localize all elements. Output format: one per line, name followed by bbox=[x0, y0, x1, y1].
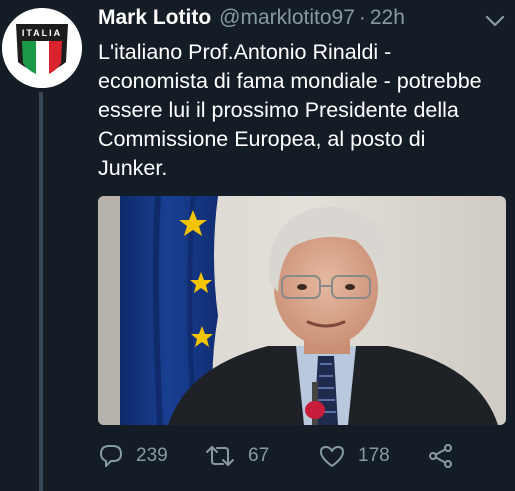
author-display-name[interactable]: Mark Lotito bbox=[98, 6, 211, 30]
tweet-timestamp[interactable]: 22h bbox=[370, 6, 405, 30]
reply-icon bbox=[100, 445, 122, 467]
tweet-actions: 239 67 178 bbox=[98, 436, 515, 476]
avatar[interactable]: ITALIA bbox=[2, 8, 82, 88]
separator-dot: · bbox=[358, 6, 366, 29]
chevron-down-icon bbox=[485, 15, 505, 27]
tweet-header: Mark Lotito @marklotito97 · 22h bbox=[98, 6, 405, 36]
tweet[interactable]: ITALIA Mark Lotito @marklotito97 · 22h L… bbox=[0, 0, 515, 491]
italia-shield-icon: ITALIA bbox=[2, 8, 82, 88]
avatar-label: ITALIA bbox=[22, 28, 62, 38]
retweet-icon bbox=[206, 446, 234, 466]
tweet-media-photo[interactable] bbox=[98, 196, 506, 425]
author-handle[interactable]: @marklotito97 bbox=[219, 6, 355, 30]
like-button[interactable]: 178 bbox=[318, 436, 390, 476]
like-icon bbox=[320, 446, 344, 467]
photo-man-with-eu-flag bbox=[98, 196, 506, 425]
like-count: 178 bbox=[358, 445, 390, 466]
retweet-count: 67 bbox=[248, 445, 270, 466]
share-icon bbox=[429, 444, 452, 468]
reply-count: 239 bbox=[136, 445, 168, 466]
share-button[interactable] bbox=[428, 436, 454, 476]
tweet-menu-button[interactable] bbox=[484, 14, 506, 28]
reply-button[interactable]: 239 bbox=[98, 436, 168, 476]
tweet-text: L'italiano Prof.Antonio Rinaldi - econom… bbox=[98, 40, 482, 180]
thread-line bbox=[39, 92, 43, 491]
retweet-button[interactable]: 67 bbox=[204, 436, 269, 476]
